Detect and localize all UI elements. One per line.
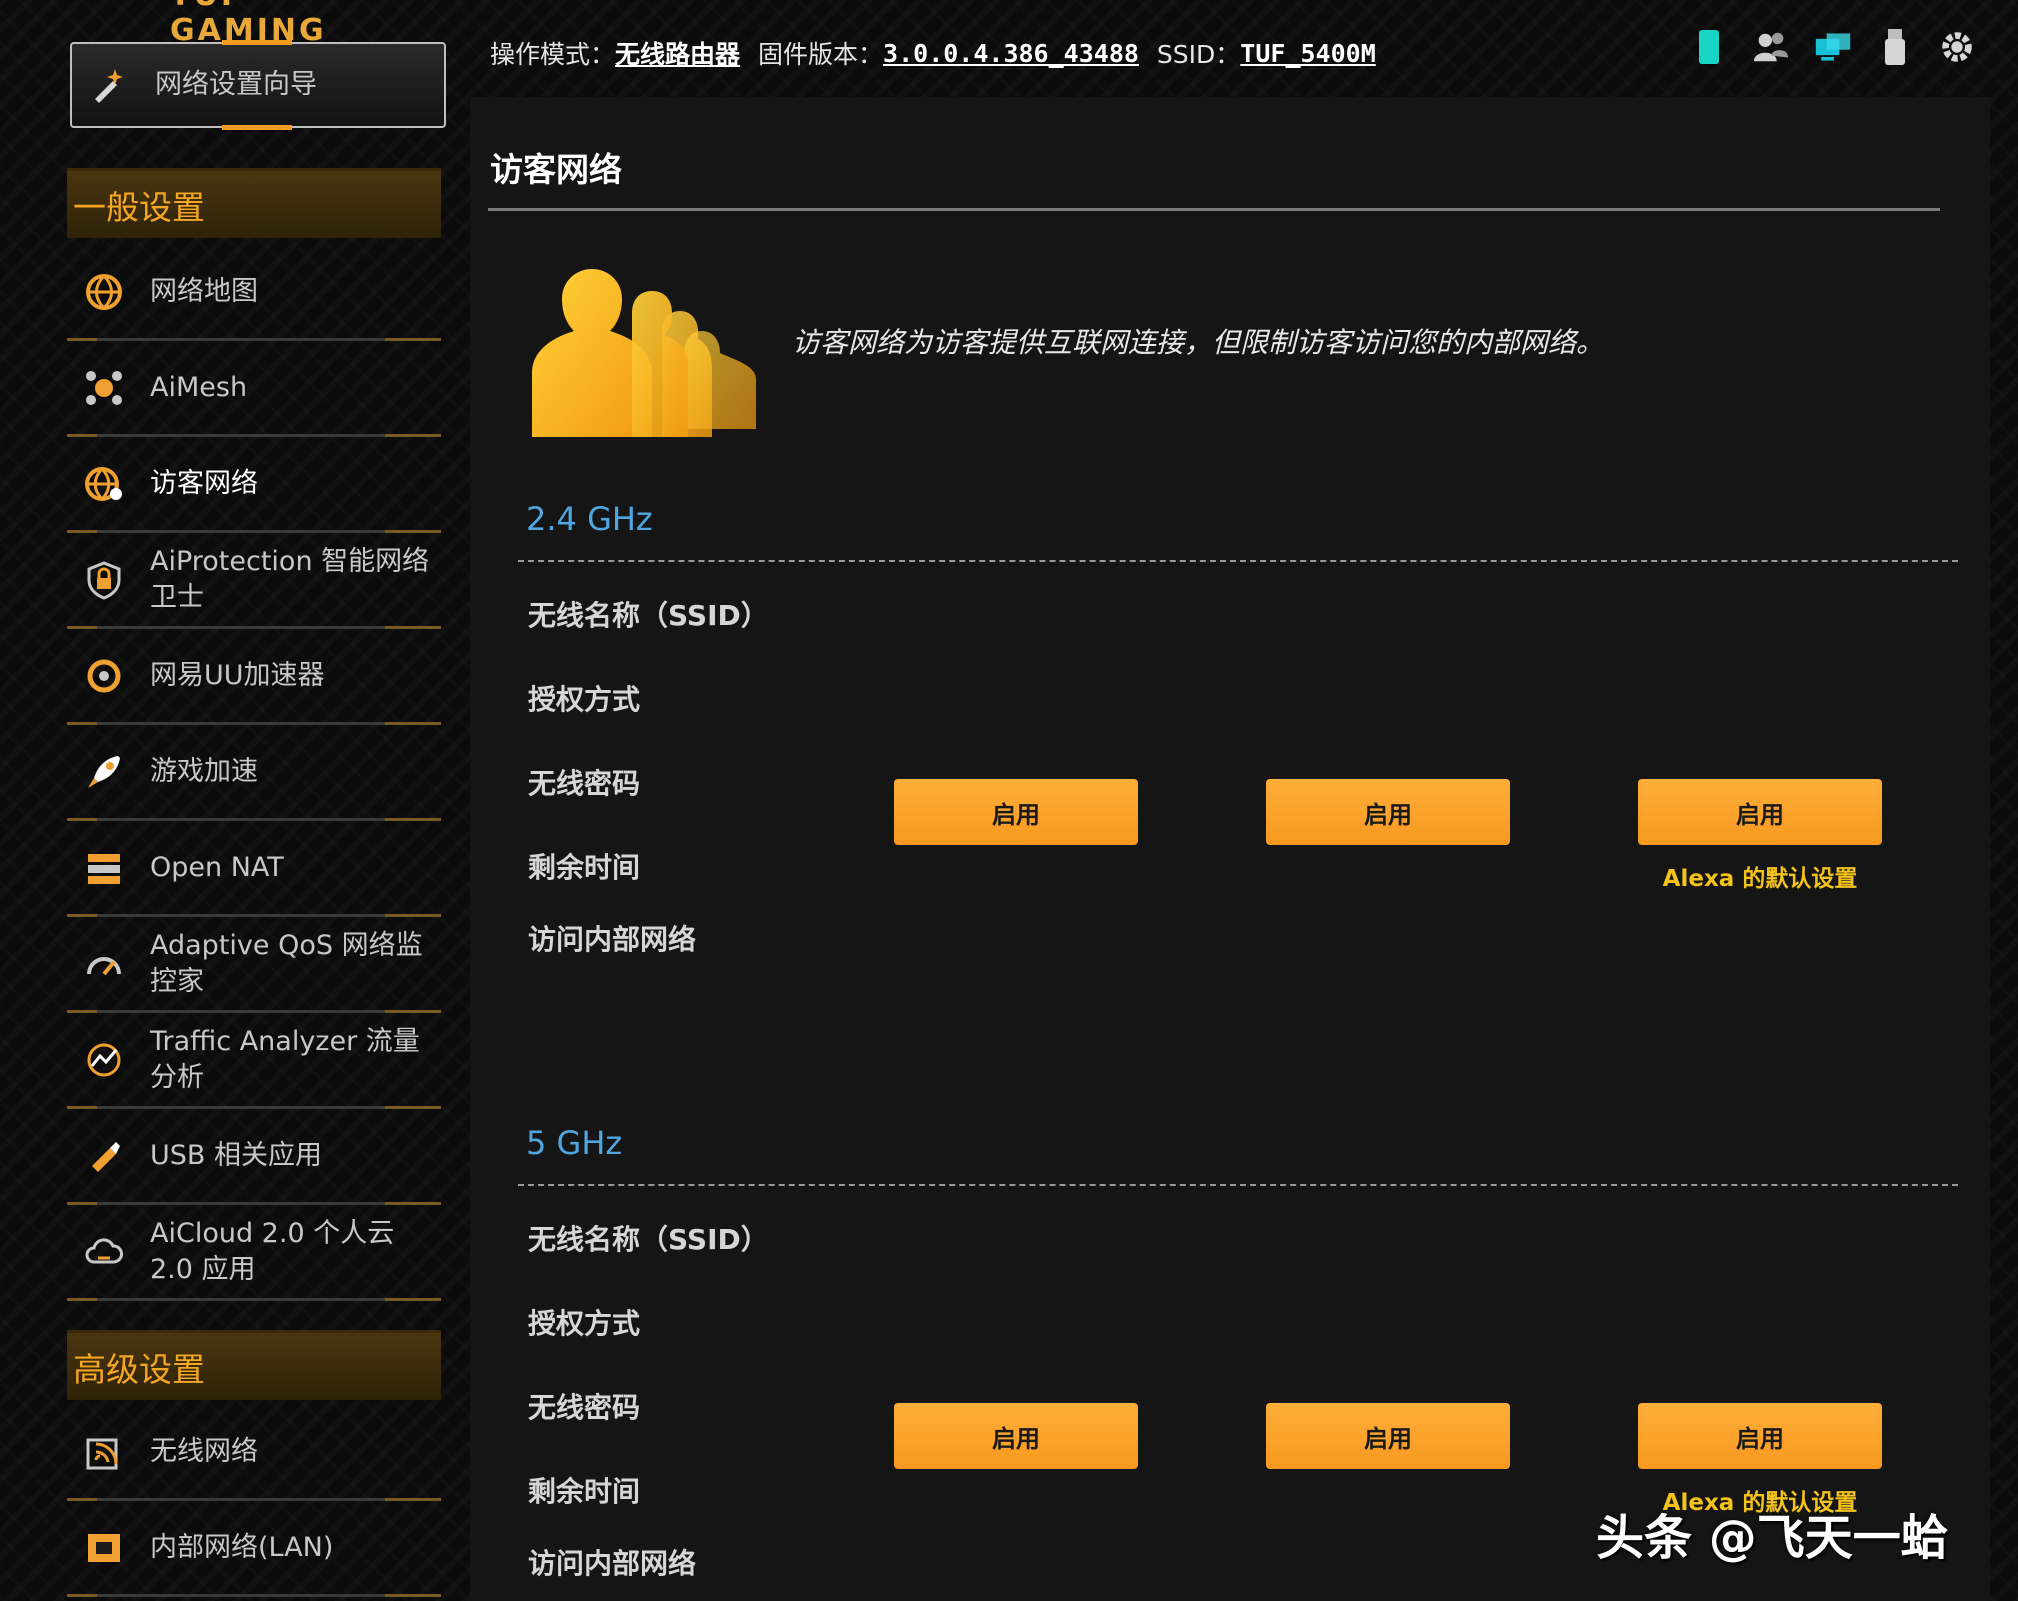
row-label-password-2g: 无线密码 (528, 767, 641, 800)
lan-icon (82, 1526, 126, 1570)
general-settings-header: 一般设置 (67, 168, 441, 238)
band-title-2g: 2.4 GHz (526, 500, 653, 538)
ssid-label: SSID： (1156, 40, 1241, 69)
lock-shield-icon (82, 558, 126, 602)
main-panel: 访客网络 访客网络为访客提供互联网连接，但限制访客访问您的内部网络。 2.4 G… (470, 97, 1990, 1601)
guest-network-description: 访客网络为访客提供互联网连接，但限制访客访问您的内部网络。 (792, 326, 1605, 359)
top-status-bar: 操作模式： 无线路由器 固件版本： 3.0.0.4.386_43488 SSID… (490, 28, 1394, 78)
row-label-intranet-access-2g: 访问内部网络 (528, 923, 697, 956)
guest-globe-icon (82, 462, 126, 506)
row-label-time-remaining-2g: 剩余时间 (528, 851, 641, 884)
row-label-ssid-5g: 无线名称（SSID） (528, 1223, 769, 1256)
row-label-ssid-2g: 无线名称（SSID） (528, 599, 769, 632)
traffic-analyzer-icon (82, 1038, 126, 1082)
speedometer-icon (82, 942, 126, 986)
alexa-default-note-2g: Alexa 的默认设置 (1662, 866, 1858, 892)
sidebar-item-adaptive-qos[interactable]: Adaptive QoS 网络监控家 (67, 917, 441, 1013)
watermark-text: 头条 @飞天一蛤 (1596, 1510, 1949, 1566)
nat-icon (82, 846, 126, 890)
advanced-settings-header: 高级设置 (67, 1330, 441, 1400)
enable-button-5g-1[interactable]: 启用 (894, 1403, 1138, 1469)
band-title-5g: 5 GHz (526, 1124, 623, 1162)
sidebar-item-game-boost[interactable]: 游戏加速 (67, 725, 441, 821)
sidebar: 网络设置向导 一般设置 网络地图 AiMesh 访客网络 AiProtectio… (0, 0, 470, 1601)
network-setup-wizard-button[interactable]: 网络设置向导 (70, 40, 446, 130)
users-icon[interactable] (1752, 26, 1790, 68)
enable-button-5g-3[interactable]: 启用 (1638, 1403, 1882, 1469)
wireless-icon (82, 1430, 126, 1474)
sidebar-item-network-map[interactable]: 网络地图 (67, 245, 441, 341)
mesh-icon (82, 366, 126, 410)
globe-icon (82, 270, 126, 314)
operation-mode-link[interactable]: 无线路由器 (615, 35, 740, 71)
sidebar-item-aiprotection[interactable]: AiProtection 智能网络卫士 (67, 533, 441, 629)
row-label-time-remaining-5g: 剩余时间 (528, 1475, 641, 1508)
enable-button-2g-3[interactable]: 启用 (1638, 779, 1882, 845)
band-divider-2g (518, 560, 1958, 562)
sidebar-item-open-nat[interactable]: Open NAT (67, 821, 441, 917)
sidebar-item-lan[interactable]: 内部网络(LAN) (67, 1501, 441, 1597)
usb-app-icon (82, 1134, 126, 1178)
settings-gear-icon[interactable] (1938, 26, 1976, 68)
usb-icon[interactable] (1876, 26, 1914, 68)
ssid-link[interactable]: TUF_5400M (1240, 39, 1375, 68)
sidebar-item-wireless[interactable]: 无线网络 (67, 1405, 441, 1501)
row-label-intranet-access-5g: 访问内部网络 (528, 1547, 697, 1580)
row-label-auth-2g: 授权方式 (528, 683, 641, 716)
uu-booster-icon (82, 654, 126, 698)
status-icons (1690, 26, 1976, 68)
sidebar-item-traffic-analyzer[interactable]: Traffic Analyzer 流量分析 (67, 1013, 441, 1109)
rocket-icon (82, 750, 126, 794)
enable-button-5g-2[interactable]: 启用 (1266, 1403, 1510, 1469)
sidebar-item-aicloud[interactable]: AiCloud 2.0 个人云 2.0 应用 (67, 1205, 441, 1301)
band-divider-5g (518, 1184, 1958, 1186)
sidebar-item-guest-network[interactable]: 访客网络 (67, 437, 441, 533)
wizard-wand-icon (87, 63, 131, 107)
mobile-icon[interactable] (1690, 26, 1728, 68)
mode-label: 操作模式： (490, 40, 616, 69)
title-divider (488, 208, 1940, 211)
network-icon[interactable] (1814, 26, 1852, 68)
sidebar-item-usb-apps[interactable]: USB 相关应用 (67, 1109, 441, 1205)
enable-button-2g-1[interactable]: 启用 (894, 779, 1138, 845)
enable-button-2g-2[interactable]: 启用 (1266, 779, 1510, 845)
sidebar-item-uu-booster[interactable]: 网易UU加速器 (67, 629, 441, 725)
page-title: 访客网络 (490, 150, 622, 189)
guest-users-icon (532, 269, 756, 437)
cloud-icon (82, 1230, 126, 1274)
wizard-label: 网络设置向导 (155, 69, 317, 100)
sidebar-item-aimesh[interactable]: AiMesh (67, 341, 441, 437)
firmware-label: 固件版本： (758, 40, 884, 69)
firmware-version-link[interactable]: 3.0.0.4.386_43488 (883, 39, 1139, 68)
row-label-password-5g: 无线密码 (528, 1391, 641, 1424)
row-label-auth-5g: 授权方式 (528, 1307, 641, 1340)
